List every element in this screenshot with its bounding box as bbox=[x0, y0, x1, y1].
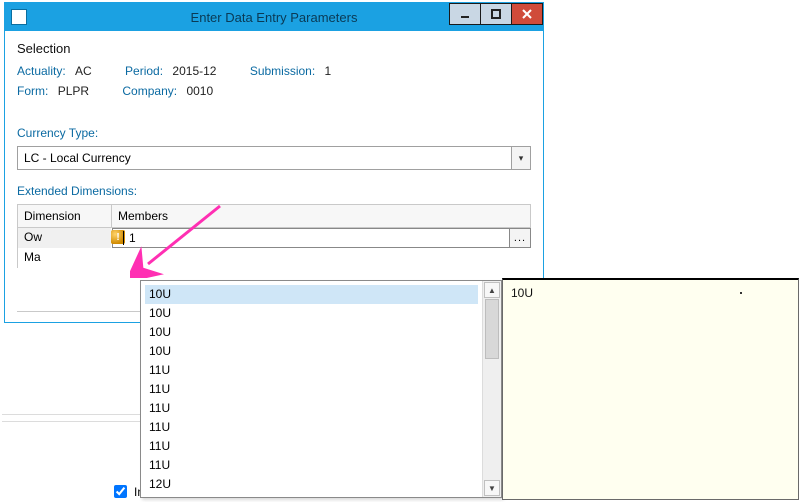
list-item[interactable]: 10U bbox=[145, 285, 478, 304]
app-icon bbox=[11, 9, 27, 25]
list-item[interactable]: 11U bbox=[141, 399, 482, 418]
members-editor: ! 1 ... bbox=[112, 228, 531, 248]
dimension-cell: Ow bbox=[17, 228, 112, 248]
submission-value: 1 bbox=[325, 64, 332, 78]
title-bar[interactable]: Enter Data Entry Parameters bbox=[5, 3, 543, 31]
list-item[interactable]: 10U bbox=[141, 342, 482, 361]
period-value: 2015-12 bbox=[172, 64, 216, 78]
members-cell bbox=[112, 248, 531, 268]
form-value: PLPR bbox=[58, 84, 89, 98]
members-browse-button[interactable]: ... bbox=[509, 229, 530, 247]
members-input[interactable]: ! 1 bbox=[113, 229, 509, 247]
dimension-cell: Ma bbox=[17, 248, 112, 268]
list-item[interactable]: 11U bbox=[141, 437, 482, 456]
list-item[interactable]: 12U bbox=[141, 475, 482, 494]
list-item[interactable]: 10U bbox=[141, 323, 482, 342]
dialog-window: Enter Data Entry Parameters Selection Ac… bbox=[4, 2, 544, 323]
footer-checkbox[interactable] bbox=[114, 485, 127, 498]
col-dimension[interactable]: Dimension bbox=[17, 205, 112, 227]
scroll-up-button[interactable]: ▲ bbox=[484, 282, 500, 298]
maximize-button[interactable] bbox=[480, 3, 512, 25]
selection-row-2: Form: PLPR Company: 0010 bbox=[17, 84, 531, 98]
company-value: 0010 bbox=[186, 84, 213, 98]
list-item[interactable]: 11U bbox=[141, 361, 482, 380]
chevron-down-icon[interactable]: ▾ bbox=[511, 147, 530, 169]
scroll-thumb[interactable] bbox=[485, 299, 499, 359]
currency-type-label: Currency Type: bbox=[17, 126, 531, 140]
col-members[interactable]: Members bbox=[112, 205, 531, 227]
tooltip-text: 10U bbox=[511, 286, 533, 300]
close-button[interactable] bbox=[511, 3, 543, 25]
selection-row-1: Actuality: AC Period: 2015-12 Submission… bbox=[17, 64, 531, 78]
extended-dimensions-label: Extended Dimensions: bbox=[17, 184, 531, 198]
scroll-down-button[interactable]: ▼ bbox=[484, 480, 500, 496]
client-area: Selection Actuality: AC Period: 2015-12 … bbox=[5, 31, 543, 322]
footer-checkbox-row: In bbox=[110, 482, 144, 501]
minimize-button[interactable] bbox=[449, 3, 481, 25]
actuality-value: AC bbox=[75, 64, 92, 78]
form-label: Form: bbox=[17, 84, 48, 98]
list-item[interactable]: 11U bbox=[141, 380, 482, 399]
currency-type-value: LC - Local Currency bbox=[18, 147, 511, 169]
selection-heading: Selection bbox=[17, 41, 531, 56]
autocomplete-list[interactable]: 10U10U10U10U11U11U11U11U11U11U12U bbox=[141, 281, 482, 497]
table-row[interactable]: Ma bbox=[17, 248, 531, 268]
company-label: Company: bbox=[122, 84, 177, 98]
list-item[interactable]: 10U bbox=[141, 304, 482, 323]
autocomplete-popup: 10U10U10U10U11U11U11U11U11U11U12U ▲ ▼ bbox=[140, 280, 502, 498]
list-item[interactable]: 11U bbox=[141, 456, 482, 475]
submission-label: Submission: bbox=[250, 64, 315, 78]
period-label: Period: bbox=[125, 64, 163, 78]
list-item[interactable]: 11U bbox=[141, 418, 482, 437]
text-caret bbox=[123, 231, 124, 245]
members-cell-editing: ! 1 ... bbox=[112, 228, 531, 248]
tooltip-panel: 10U bbox=[502, 278, 799, 500]
actuality-label: Actuality: bbox=[17, 64, 66, 78]
grid-header: Dimension Members bbox=[17, 205, 531, 228]
members-input-value: 1 bbox=[129, 231, 136, 245]
table-row[interactable]: Ow ! 1 ... bbox=[17, 228, 531, 248]
tooltip-dot bbox=[740, 292, 742, 294]
scrollbar[interactable]: ▲ ▼ bbox=[482, 281, 501, 497]
window-buttons bbox=[450, 3, 543, 25]
currency-type-combo[interactable]: LC - Local Currency ▾ bbox=[17, 146, 531, 170]
